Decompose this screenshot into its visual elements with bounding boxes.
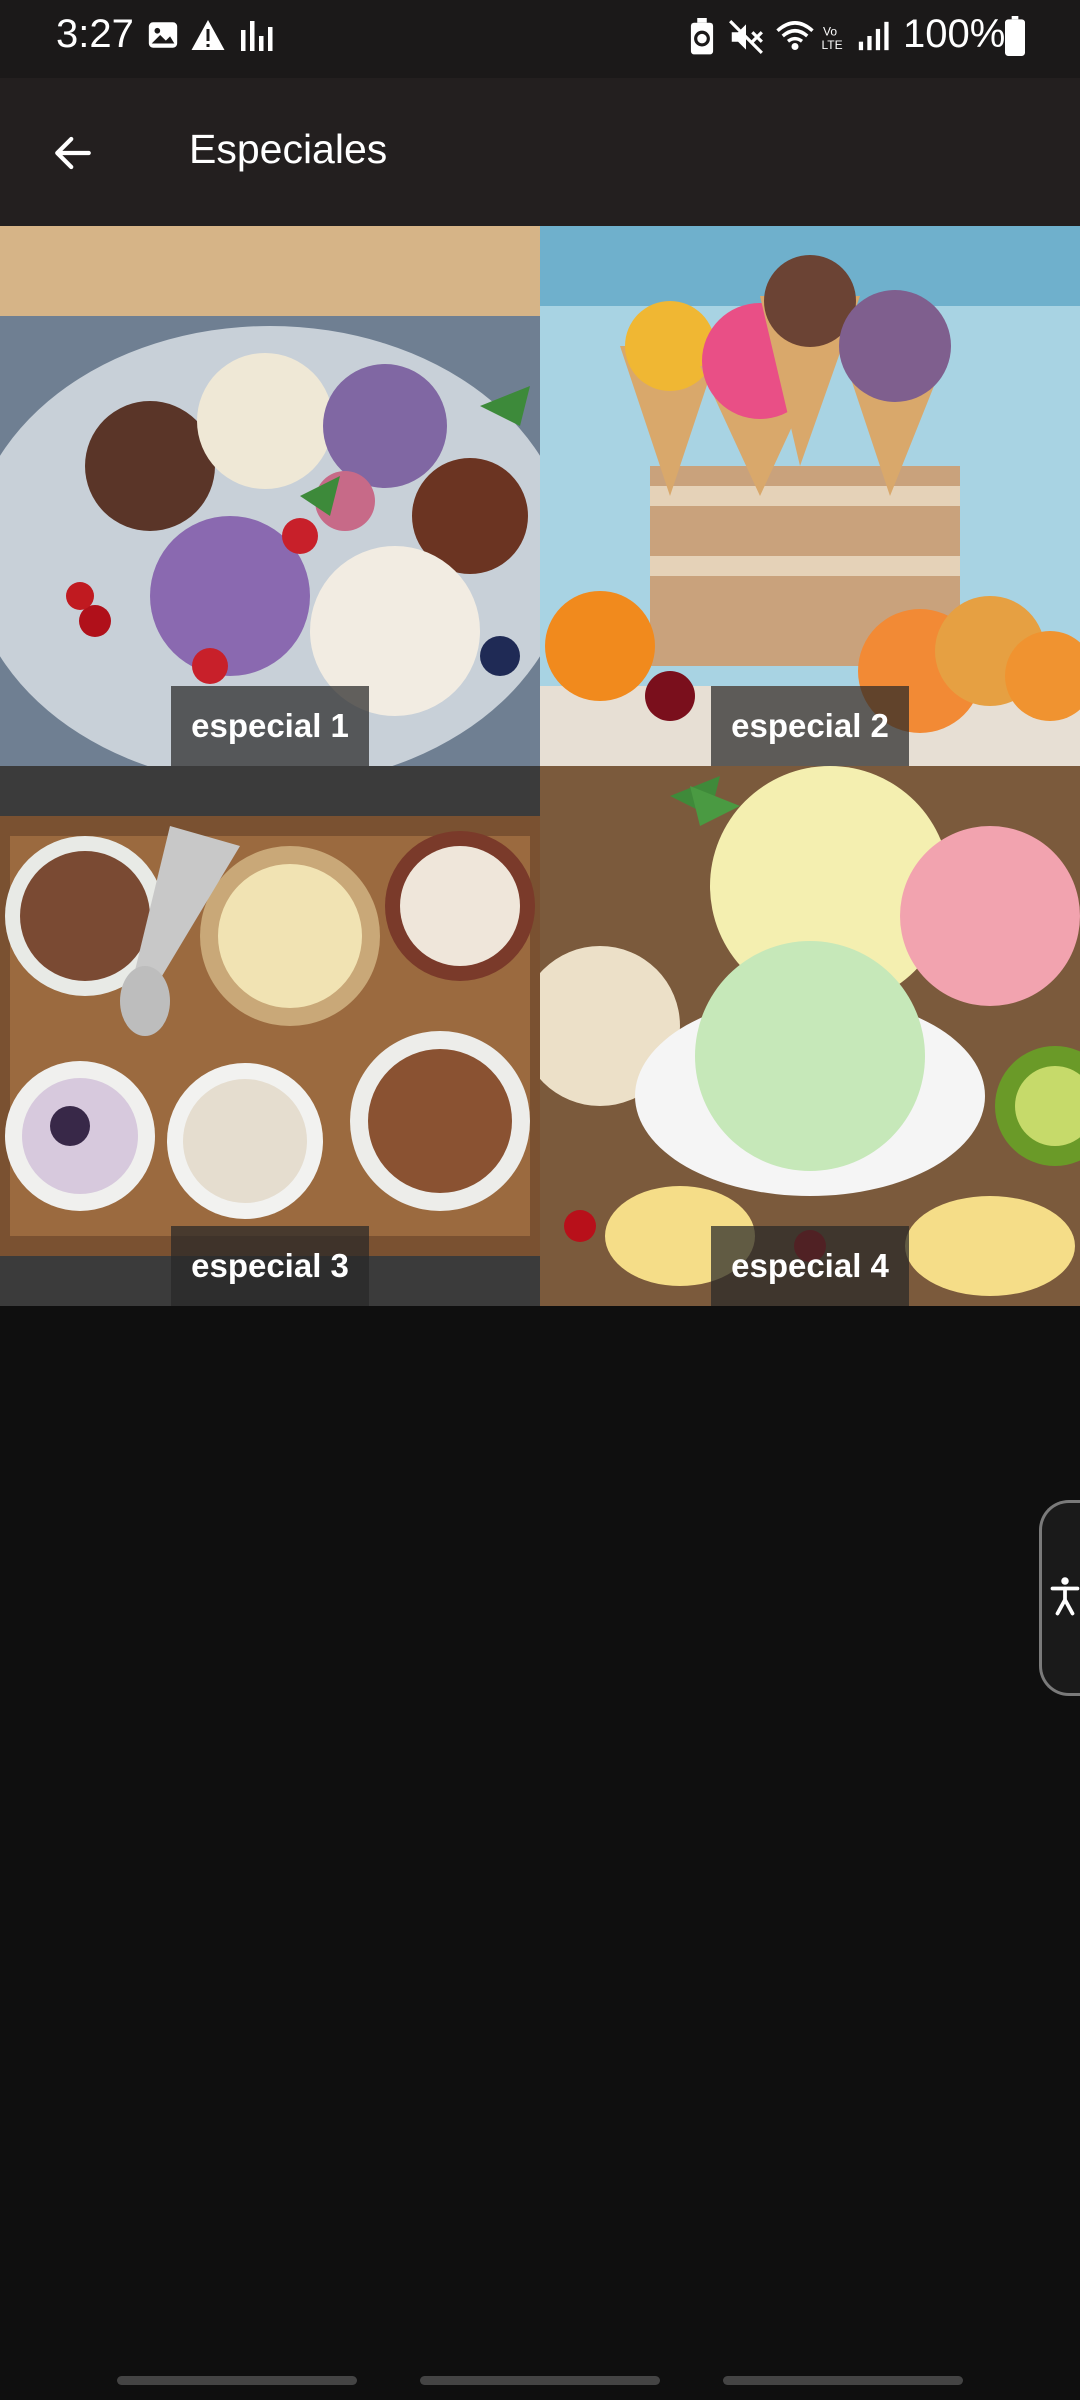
arrow-left-icon [49, 132, 97, 179]
tile-label: especial 2 [711, 686, 909, 766]
battery-percentage: 100% [903, 12, 1006, 56]
status-time: 3:27 [56, 12, 134, 56]
wifi-icon [774, 18, 816, 59]
tile-label: especial 1 [171, 686, 369, 766]
cell-signal-icon [856, 18, 890, 59]
nav-home-button[interactable] [420, 2376, 660, 2385]
nav-back-button[interactable] [723, 2376, 963, 2385]
volte-icon: Vo LTE [820, 22, 850, 57]
accessibility-icon [1050, 1576, 1080, 1621]
tile-label: especial 4 [711, 1226, 909, 1306]
ice-cream-scoops-image [540, 766, 1080, 1306]
signal-bars-icon [238, 18, 274, 59]
grid-tile-especial-3[interactable]: especial 3 [0, 766, 540, 1306]
grid-tile-especial-1[interactable]: especial 1 [0, 226, 540, 766]
battery-saver-icon [688, 18, 716, 61]
svg-text:LTE: LTE [822, 38, 843, 52]
page-title: Especiales [189, 126, 388, 172]
ice-cream-bowl-image [0, 226, 540, 766]
mute-icon [726, 18, 766, 61]
battery-icon [1004, 16, 1026, 61]
gallery-icon [146, 18, 180, 57]
warning-icon [190, 18, 226, 57]
nav-recents-button[interactable] [117, 2376, 357, 2385]
status-bar: 3:27 Vo LTE 100% [0, 0, 1080, 78]
ice-cream-tray-image [0, 766, 540, 1306]
app-bar: Especiales [0, 78, 1080, 226]
accessibility-button[interactable] [1039, 1500, 1080, 1696]
ice-cream-cones-image [540, 226, 1080, 766]
back-button[interactable] [40, 122, 106, 188]
grid-tile-especial-4[interactable]: especial 4 [540, 766, 1080, 1306]
tile-label: especial 3 [171, 1226, 369, 1306]
specials-grid: especial 1 especial 2 especial 3 especia… [0, 226, 1080, 1306]
grid-tile-especial-2[interactable]: especial 2 [540, 226, 1080, 766]
svg-text:Vo: Vo [823, 25, 837, 39]
navigation-bar [0, 2360, 1080, 2400]
